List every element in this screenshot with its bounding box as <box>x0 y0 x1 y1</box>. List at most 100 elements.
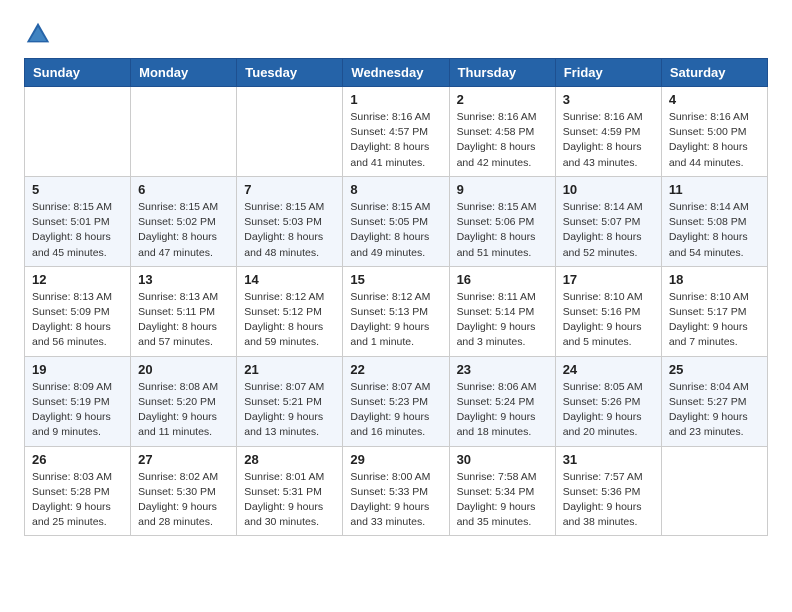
day-info: Sunrise: 8:07 AM Sunset: 5:21 PM Dayligh… <box>244 380 335 441</box>
calendar-cell <box>25 87 131 177</box>
calendar-cell: 11 Sunrise: 8:14 AM Sunset: 5:08 PM Dayli… <box>661 176 767 266</box>
day-info: Sunrise: 8:10 AM Sunset: 5:17 PM Dayligh… <box>669 290 760 351</box>
day-info: Sunrise: 8:03 AM Sunset: 5:28 PM Dayligh… <box>32 470 123 531</box>
day-number: 8 <box>350 182 441 197</box>
day-info: Sunrise: 8:01 AM Sunset: 5:31 PM Dayligh… <box>244 470 335 531</box>
weekday-header-wednesday: Wednesday <box>343 59 449 87</box>
day-info: Sunrise: 8:16 AM Sunset: 5:00 PM Dayligh… <box>669 110 760 171</box>
header <box>24 20 768 48</box>
calendar-cell: 15 Sunrise: 8:12 AM Sunset: 5:13 PM Dayli… <box>343 266 449 356</box>
weekday-header-monday: Monday <box>131 59 237 87</box>
calendar-cell: 23 Sunrise: 8:06 AM Sunset: 5:24 PM Dayli… <box>449 356 555 446</box>
day-info: Sunrise: 8:14 AM Sunset: 5:08 PM Dayligh… <box>669 200 760 261</box>
calendar-cell <box>661 446 767 536</box>
day-info: Sunrise: 8:07 AM Sunset: 5:23 PM Dayligh… <box>350 380 441 441</box>
day-info: Sunrise: 7:58 AM Sunset: 5:34 PM Dayligh… <box>457 470 548 531</box>
day-number: 31 <box>563 452 654 467</box>
calendar-cell: 1Sunrise: 8:16 AM Sunset: 4:57 PM Daylig… <box>343 87 449 177</box>
day-info: Sunrise: 8:08 AM Sunset: 5:20 PM Dayligh… <box>138 380 229 441</box>
weekday-header-friday: Friday <box>555 59 661 87</box>
day-info: Sunrise: 8:15 AM Sunset: 5:03 PM Dayligh… <box>244 200 335 261</box>
day-number: 20 <box>138 362 229 377</box>
week-row-4: 19 Sunrise: 8:09 AM Sunset: 5:19 PM Dayli… <box>25 356 768 446</box>
calendar-cell: 26Sunrise: 8:03 AM Sunset: 5:28 PM Dayli… <box>25 446 131 536</box>
day-info: Sunrise: 8:12 AM Sunset: 5:12 PM Dayligh… <box>244 290 335 351</box>
calendar-cell: 20 Sunrise: 8:08 AM Sunset: 5:20 PM Dayli… <box>131 356 237 446</box>
day-number: 15 <box>350 272 441 287</box>
day-number: 11 <box>669 182 760 197</box>
day-number: 23 <box>457 362 548 377</box>
day-number: 19 <box>32 362 123 377</box>
calendar-cell: 14 Sunrise: 8:12 AM Sunset: 5:12 PM Dayli… <box>237 266 343 356</box>
day-number: 2 <box>457 92 548 107</box>
day-number: 17 <box>563 272 654 287</box>
calendar-cell <box>131 87 237 177</box>
day-number: 10 <box>563 182 654 197</box>
calendar-cell: 9 Sunrise: 8:15 AM Sunset: 5:06 PM Daylig… <box>449 176 555 266</box>
calendar-cell: 13Sunrise: 8:13 AM Sunset: 5:11 PM Dayli… <box>131 266 237 356</box>
day-number: 28 <box>244 452 335 467</box>
calendar-cell: 5 Sunrise: 8:15 AM Sunset: 5:01 PM Daylig… <box>25 176 131 266</box>
week-row-2: 5 Sunrise: 8:15 AM Sunset: 5:01 PM Daylig… <box>25 176 768 266</box>
calendar-cell: 19 Sunrise: 8:09 AM Sunset: 5:19 PM Dayli… <box>25 356 131 446</box>
day-info: Sunrise: 8:15 AM Sunset: 5:06 PM Dayligh… <box>457 200 548 261</box>
calendar-cell <box>237 87 343 177</box>
calendar-cell: 4 Sunrise: 8:16 AM Sunset: 5:00 PM Daylig… <box>661 87 767 177</box>
day-number: 27 <box>138 452 229 467</box>
weekday-header-tuesday: Tuesday <box>237 59 343 87</box>
page: SundayMondayTuesdayWednesdayThursdayFrid… <box>0 0 792 552</box>
day-number: 3 <box>563 92 654 107</box>
day-number: 29 <box>350 452 441 467</box>
day-number: 12 <box>32 272 123 287</box>
calendar-cell: 8 Sunrise: 8:15 AM Sunset: 5:05 PM Daylig… <box>343 176 449 266</box>
calendar-cell: 30Sunrise: 7:58 AM Sunset: 5:34 PM Dayli… <box>449 446 555 536</box>
calendar-cell: 27 Sunrise: 8:02 AM Sunset: 5:30 PM Dayli… <box>131 446 237 536</box>
day-info: Sunrise: 8:06 AM Sunset: 5:24 PM Dayligh… <box>457 380 548 441</box>
calendar-cell: 24Sunrise: 8:05 AM Sunset: 5:26 PM Dayli… <box>555 356 661 446</box>
day-number: 14 <box>244 272 335 287</box>
calendar-cell: 31Sunrise: 7:57 AM Sunset: 5:36 PM Dayli… <box>555 446 661 536</box>
day-info: Sunrise: 8:15 AM Sunset: 5:05 PM Dayligh… <box>350 200 441 261</box>
calendar-cell: 12 Sunrise: 8:13 AM Sunset: 5:09 PM Dayli… <box>25 266 131 356</box>
day-info: Sunrise: 8:02 AM Sunset: 5:30 PM Dayligh… <box>138 470 229 531</box>
day-info: Sunrise: 8:16 AM Sunset: 4:58 PM Dayligh… <box>457 110 548 171</box>
day-number: 6 <box>138 182 229 197</box>
day-number: 16 <box>457 272 548 287</box>
day-number: 25 <box>669 362 760 377</box>
day-info: Sunrise: 8:16 AM Sunset: 4:57 PM Dayligh… <box>350 110 441 171</box>
week-row-5: 26Sunrise: 8:03 AM Sunset: 5:28 PM Dayli… <box>25 446 768 536</box>
week-row-3: 12 Sunrise: 8:13 AM Sunset: 5:09 PM Dayli… <box>25 266 768 356</box>
calendar-cell: 16 Sunrise: 8:11 AM Sunset: 5:14 PM Dayli… <box>449 266 555 356</box>
calendar-cell: 18 Sunrise: 8:10 AM Sunset: 5:17 PM Dayli… <box>661 266 767 356</box>
calendar-cell: 10Sunrise: 8:14 AM Sunset: 5:07 PM Dayli… <box>555 176 661 266</box>
day-info: Sunrise: 8:09 AM Sunset: 5:19 PM Dayligh… <box>32 380 123 441</box>
day-number: 7 <box>244 182 335 197</box>
calendar-cell: 22Sunrise: 8:07 AM Sunset: 5:23 PM Dayli… <box>343 356 449 446</box>
calendar-cell: 3 Sunrise: 8:16 AM Sunset: 4:59 PM Daylig… <box>555 87 661 177</box>
day-info: Sunrise: 8:12 AM Sunset: 5:13 PM Dayligh… <box>350 290 441 351</box>
day-info: Sunrise: 8:16 AM Sunset: 4:59 PM Dayligh… <box>563 110 654 171</box>
calendar-cell: 6Sunrise: 8:15 AM Sunset: 5:02 PM Daylig… <box>131 176 237 266</box>
calendar-cell: 21 Sunrise: 8:07 AM Sunset: 5:21 PM Dayli… <box>237 356 343 446</box>
day-info: Sunrise: 8:00 AM Sunset: 5:33 PM Dayligh… <box>350 470 441 531</box>
day-number: 4 <box>669 92 760 107</box>
logo-icon <box>24 20 52 48</box>
day-number: 9 <box>457 182 548 197</box>
day-number: 21 <box>244 362 335 377</box>
day-number: 24 <box>563 362 654 377</box>
calendar-cell: 2 Sunrise: 8:16 AM Sunset: 4:58 PM Daylig… <box>449 87 555 177</box>
calendar-cell: 7 Sunrise: 8:15 AM Sunset: 5:03 PM Daylig… <box>237 176 343 266</box>
day-info: Sunrise: 8:13 AM Sunset: 5:09 PM Dayligh… <box>32 290 123 351</box>
day-info: Sunrise: 8:11 AM Sunset: 5:14 PM Dayligh… <box>457 290 548 351</box>
day-info: Sunrise: 8:15 AM Sunset: 5:01 PM Dayligh… <box>32 200 123 261</box>
calendar-cell: 29 Sunrise: 8:00 AM Sunset: 5:33 PM Dayli… <box>343 446 449 536</box>
logo <box>24 20 58 48</box>
weekday-header-saturday: Saturday <box>661 59 767 87</box>
weekday-header-thursday: Thursday <box>449 59 555 87</box>
day-info: Sunrise: 8:04 AM Sunset: 5:27 PM Dayligh… <box>669 380 760 441</box>
day-number: 18 <box>669 272 760 287</box>
calendar-cell: 25 Sunrise: 8:04 AM Sunset: 5:27 PM Dayli… <box>661 356 767 446</box>
calendar: SundayMondayTuesdayWednesdayThursdayFrid… <box>24 58 768 536</box>
calendar-cell: 17Sunrise: 8:10 AM Sunset: 5:16 PM Dayli… <box>555 266 661 356</box>
day-number: 5 <box>32 182 123 197</box>
